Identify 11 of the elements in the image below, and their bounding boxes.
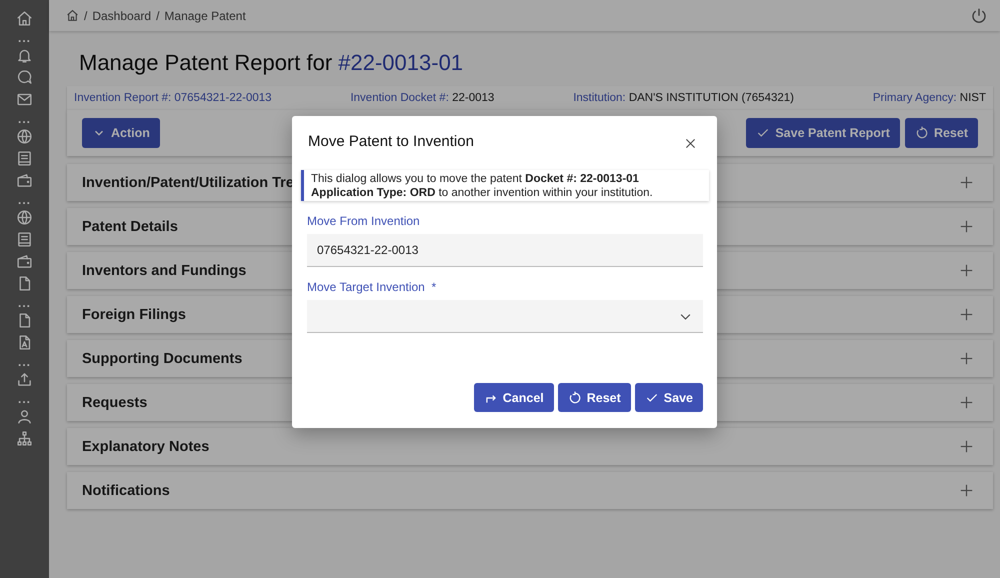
page-title: Manage Patent Report for #22-0013-01 <box>79 50 464 76</box>
breadcrumb-separator: / <box>84 8 88 22</box>
info-field: Invention Report #: 07654321-22-0013 <box>74 92 272 104</box>
info-field: Invention Docket #: 22-0013 <box>350 92 494 104</box>
info-field: Institution: DAN'S INSTITUTION (7654321) <box>573 92 794 104</box>
breadcrumb-separator: / <box>156 8 160 22</box>
info-message: This dialog allows you to move the patent Docket #: 22-0013-01 Application Type: ORD to another invention within your institution. <box>301 170 709 201</box>
field-label: Move From Invention <box>307 214 421 228</box>
field-label: Move Target Invention * <box>307 280 438 294</box>
dialog-title: Move Patent to Invention <box>308 133 474 150</box>
info-field: Primary Agency: NIST <box>872 92 986 104</box>
